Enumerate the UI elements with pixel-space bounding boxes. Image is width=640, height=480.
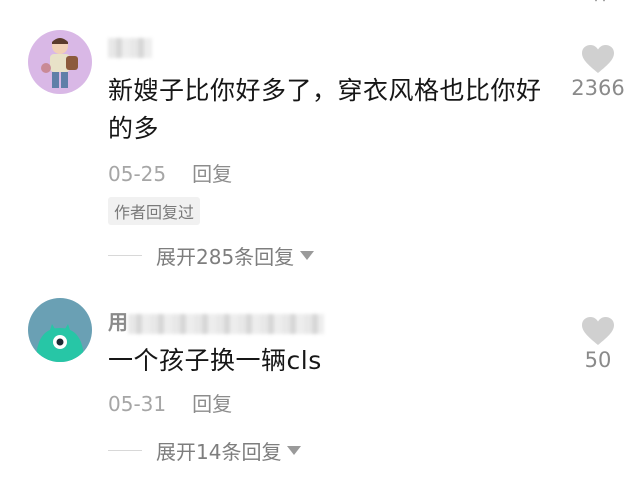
divider-line <box>108 449 142 451</box>
username-redaction <box>128 313 324 334</box>
comment-meta: 05-31 回复 <box>108 388 232 417</box>
like-count: 50 <box>584 348 612 372</box>
comment-date: 05-25 <box>108 162 167 186</box>
caret-down-icon <box>287 445 302 455</box>
reply-button[interactable]: 回复 <box>192 392 232 416</box>
like-button[interactable]: 50 <box>558 316 638 372</box>
comment-item: 新嫂子比你好多了，穿衣风格也比你好的多 05-25 回复 作者回复过 展开285条… <box>0 0 640 280</box>
like-button[interactable]: 2366 <box>558 44 638 100</box>
username[interactable] <box>108 34 152 58</box>
user-avatar-illustration-icon <box>28 30 92 94</box>
avatar[interactable] <box>28 30 92 94</box>
username[interactable]: 用 <box>108 306 324 335</box>
expand-replies-label: 展开14条回复 <box>156 439 282 464</box>
comment-item: 用 一个孩子换一辆cls 05-31 回复 展开14条回复 50 <box>0 280 640 480</box>
comment-text: 一个孩子换一辆cls <box>108 346 322 375</box>
like-count: 2366 <box>571 76 625 100</box>
comment-text: 新嫂子比你好多了，穿衣风格也比你好的多 <box>108 76 542 143</box>
comment-date: 05-31 <box>108 392 167 416</box>
username-redaction <box>108 37 152 58</box>
comment-list: 新嫂子比你好多了，穿衣风格也比你好的多 05-25 回复 作者回复过 展开285条… <box>0 0 640 480</box>
expand-replies-button[interactable]: 展开285条回复 <box>108 243 315 269</box>
comment-meta: 05-25 回复 <box>108 158 232 187</box>
reply-button[interactable]: 回复 <box>192 162 232 186</box>
divider-line <box>108 254 142 256</box>
username-visible-text: 用 <box>108 310 128 334</box>
caret-down-icon <box>300 250 315 260</box>
heart-icon <box>582 317 614 345</box>
author-replied-badge: 作者回复过 <box>108 197 201 225</box>
heart-icon <box>582 45 614 73</box>
expand-replies-button[interactable]: 展开14条回复 <box>108 438 302 464</box>
avatar[interactable] <box>28 298 92 362</box>
user-avatar-monster-icon <box>28 298 92 362</box>
expand-replies-label: 展开285条回复 <box>156 244 295 269</box>
